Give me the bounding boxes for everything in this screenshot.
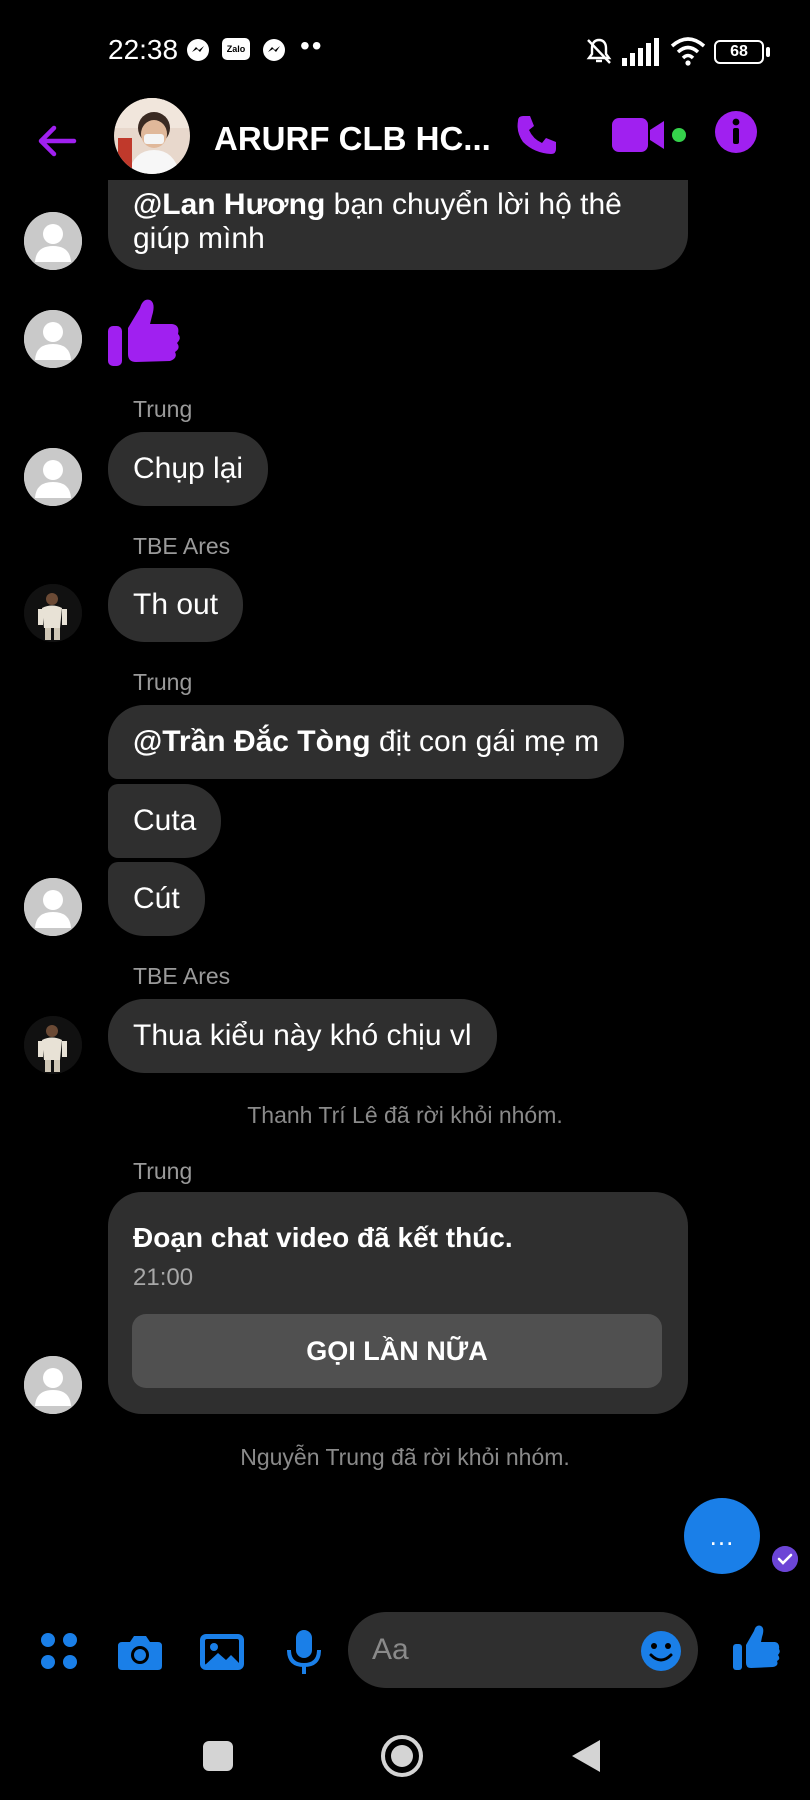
notification-overflow: •• [300, 30, 324, 61]
message-bubble[interactable]: Thua kiểu này khó chịu vl [108, 999, 497, 1073]
back-arrow-icon[interactable] [32, 116, 82, 166]
system-message: Thanh Trí Lê đã rời khỏi nhóm. [247, 1102, 563, 1128]
more-actions-grid-icon[interactable] [36, 1628, 84, 1676]
video-call-ended-card: Đoạn chat video đã kết thúc. 21:00 GỌI L… [108, 1192, 688, 1414]
avatar[interactable] [24, 1016, 82, 1074]
zalo-label: Zalo [226, 44, 246, 54]
system-message: Nguyễn Trung đã rời khỏi nhóm. [240, 1444, 570, 1470]
typing-indicator-bubble[interactable]: ... [684, 1498, 760, 1574]
message-text: Chụp lại [133, 452, 244, 485]
default-avatar-icon [24, 448, 82, 506]
wifi-icon [670, 37, 706, 66]
user-photo-avatar [24, 584, 82, 642]
avatar[interactable] [24, 212, 82, 270]
microphone-icon[interactable] [280, 1628, 328, 1676]
sender-name: Trung [133, 396, 193, 422]
user-photo-avatar [24, 1016, 82, 1074]
avatar[interactable] [24, 1356, 82, 1414]
bell-muted-icon [586, 38, 612, 64]
phone-call-icon[interactable] [514, 112, 560, 158]
thumbs-up-sticker-icon[interactable] [106, 294, 182, 370]
back-button-icon[interactable] [570, 1738, 602, 1774]
battery-tip [766, 47, 770, 57]
sender-name: Trung [133, 1158, 193, 1184]
status-bar: 22:38 Zalo •• 68 [0, 0, 810, 100]
sender-name: Trung [133, 669, 193, 695]
avatar[interactable] [24, 584, 82, 642]
default-avatar-icon [24, 310, 82, 368]
message-text: @Trần Đắc Tòng địt con gái mẹ m [133, 723, 599, 761]
message-bubble[interactable]: Th out [108, 568, 244, 642]
message-bubble[interactable]: Chụp lại [108, 432, 269, 506]
message-bubble[interactable]: @Lan Hương bạn chuyển lời hộ thê giúp mì… [108, 180, 688, 270]
message-composer [0, 1608, 810, 1698]
camera-icon[interactable] [116, 1628, 164, 1676]
video-call-icon[interactable] [612, 116, 666, 154]
call-card-time: 21:00 [133, 1264, 194, 1291]
message-text: Thua kiểu này khó chịu vl [133, 1019, 472, 1052]
message-text: Cuta [133, 804, 197, 837]
messenger-icon [187, 39, 209, 61]
message-text: Th out [133, 588, 219, 621]
message-bubble[interactable]: Cút [108, 862, 205, 936]
active-status-dot [672, 128, 686, 142]
mention[interactable]: @Trần Đắc Tòng [133, 725, 371, 758]
conversation-title[interactable]: ARURF CLB HC... [214, 120, 491, 158]
battery-level: 68 [730, 43, 748, 60]
message-text: giúp mình [133, 222, 265, 255]
battery-icon: 68 [714, 40, 764, 64]
call-again-button[interactable]: GỌI LẦN NỮA [132, 1314, 662, 1388]
message-text-rest: địt con gái mẹ m [370, 725, 600, 758]
system-navigation-bar [0, 1710, 810, 1800]
recents-button-icon[interactable] [202, 1740, 234, 1772]
sender-name: TBE Ares [133, 533, 231, 559]
message-line-clipped: @Lan Hương bạn chuyển lời hộ thê [133, 186, 663, 220]
emoji-icon[interactable] [640, 1630, 682, 1672]
gallery-image-icon[interactable] [198, 1628, 246, 1676]
avatar[interactable] [24, 310, 82, 368]
status-time: 22:38 [108, 34, 179, 65]
message-bubble[interactable]: @Trần Đắc Tòng địt con gái mẹ m [108, 705, 625, 779]
default-avatar-icon [24, 212, 82, 270]
mention[interactable]: @Lan Hương [133, 188, 325, 220]
info-icon[interactable] [714, 110, 758, 154]
home-button-icon[interactable] [380, 1734, 424, 1778]
zalo-icon: Zalo [222, 38, 250, 60]
message-text: Cút [133, 882, 180, 915]
group-avatar-photo [114, 98, 190, 174]
thumbs-up-icon[interactable] [732, 1622, 780, 1672]
messenger-icon [263, 39, 285, 61]
avatar[interactable] [24, 448, 82, 506]
typing-dots: ... [709, 1520, 735, 1551]
group-avatar[interactable] [114, 98, 190, 174]
message-bubble[interactable]: Cuta [108, 784, 222, 858]
default-avatar-icon [24, 1356, 82, 1414]
signal-icon [622, 38, 659, 66]
sender-name: TBE Ares [133, 963, 231, 989]
seen-check-icon [772, 1546, 798, 1572]
call-card-title: Đoạn chat video đã kết thúc. [133, 1222, 513, 1253]
avatar[interactable] [24, 878, 82, 936]
message-text: bạn chuyển lời hộ thê [325, 188, 622, 220]
default-avatar-icon [24, 878, 82, 936]
